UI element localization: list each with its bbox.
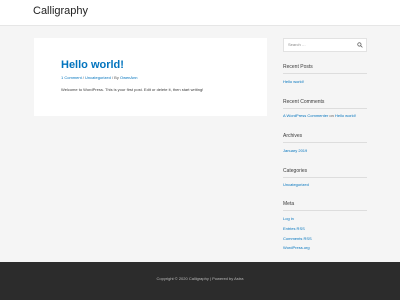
meta-title: Meta (283, 201, 295, 207)
archive-link[interactable]: January 2019 (283, 148, 307, 154)
site-footer: Copyright © 2020 Calligraphy | Powered b… (0, 262, 400, 300)
widget-divider (283, 108, 367, 109)
widget-divider (283, 142, 367, 143)
site-header: Calligraphy (0, 0, 400, 26)
post-body: Welcome to WordPress. This is your first… (61, 87, 204, 92)
categories-title: Categories (283, 168, 308, 174)
widget-divider (283, 73, 367, 74)
meta-link-login[interactable]: Log in (283, 216, 294, 222)
commenter-link[interactable]: A WordPress Commenter (283, 113, 328, 118)
post-comments-link[interactable]: 1 Comment (61, 75, 82, 80)
post-meta: 1 Comment / Uncategorized / By OwenAnn (61, 75, 138, 81)
site-title[interactable]: Calligraphy (33, 4, 88, 18)
category-link[interactable]: Uncategorized (283, 182, 309, 188)
post-title[interactable]: Hello world! (61, 58, 124, 72)
search-icon[interactable] (357, 42, 363, 48)
post-card: Hello world! 1 Comment / Uncategorized /… (34, 38, 267, 116)
comment-post-link[interactable]: Hello world! (335, 113, 356, 118)
archives-title: Archives (283, 133, 303, 139)
comment-on-text: on (328, 113, 335, 118)
meta-by: / By (110, 75, 120, 80)
meta-link-entries-rss[interactable]: Entries RSS (283, 226, 305, 232)
recent-comment-item: A WordPress Commenter on Hello world! (283, 113, 356, 119)
widget-divider (283, 177, 367, 178)
widget-divider (283, 210, 367, 211)
footer-copyright: Copyright © 2020 Calligraphy | Powered b… (156, 276, 244, 281)
post-author-link[interactable]: OwenAnn (120, 75, 138, 80)
meta-link-wordpress-org[interactable]: WordPress.org (283, 245, 310, 251)
post-category-link[interactable]: Uncategorized (85, 75, 111, 80)
search-input[interactable]: Search … (283, 38, 367, 52)
recent-posts-title: Recent Posts (283, 64, 313, 70)
meta-link-comments-rss[interactable]: Comments RSS (283, 236, 312, 242)
search-placeholder: Search … (288, 42, 306, 47)
recent-comments-title: Recent Comments (283, 99, 325, 105)
recent-post-link[interactable]: Hello world! (283, 79, 304, 85)
